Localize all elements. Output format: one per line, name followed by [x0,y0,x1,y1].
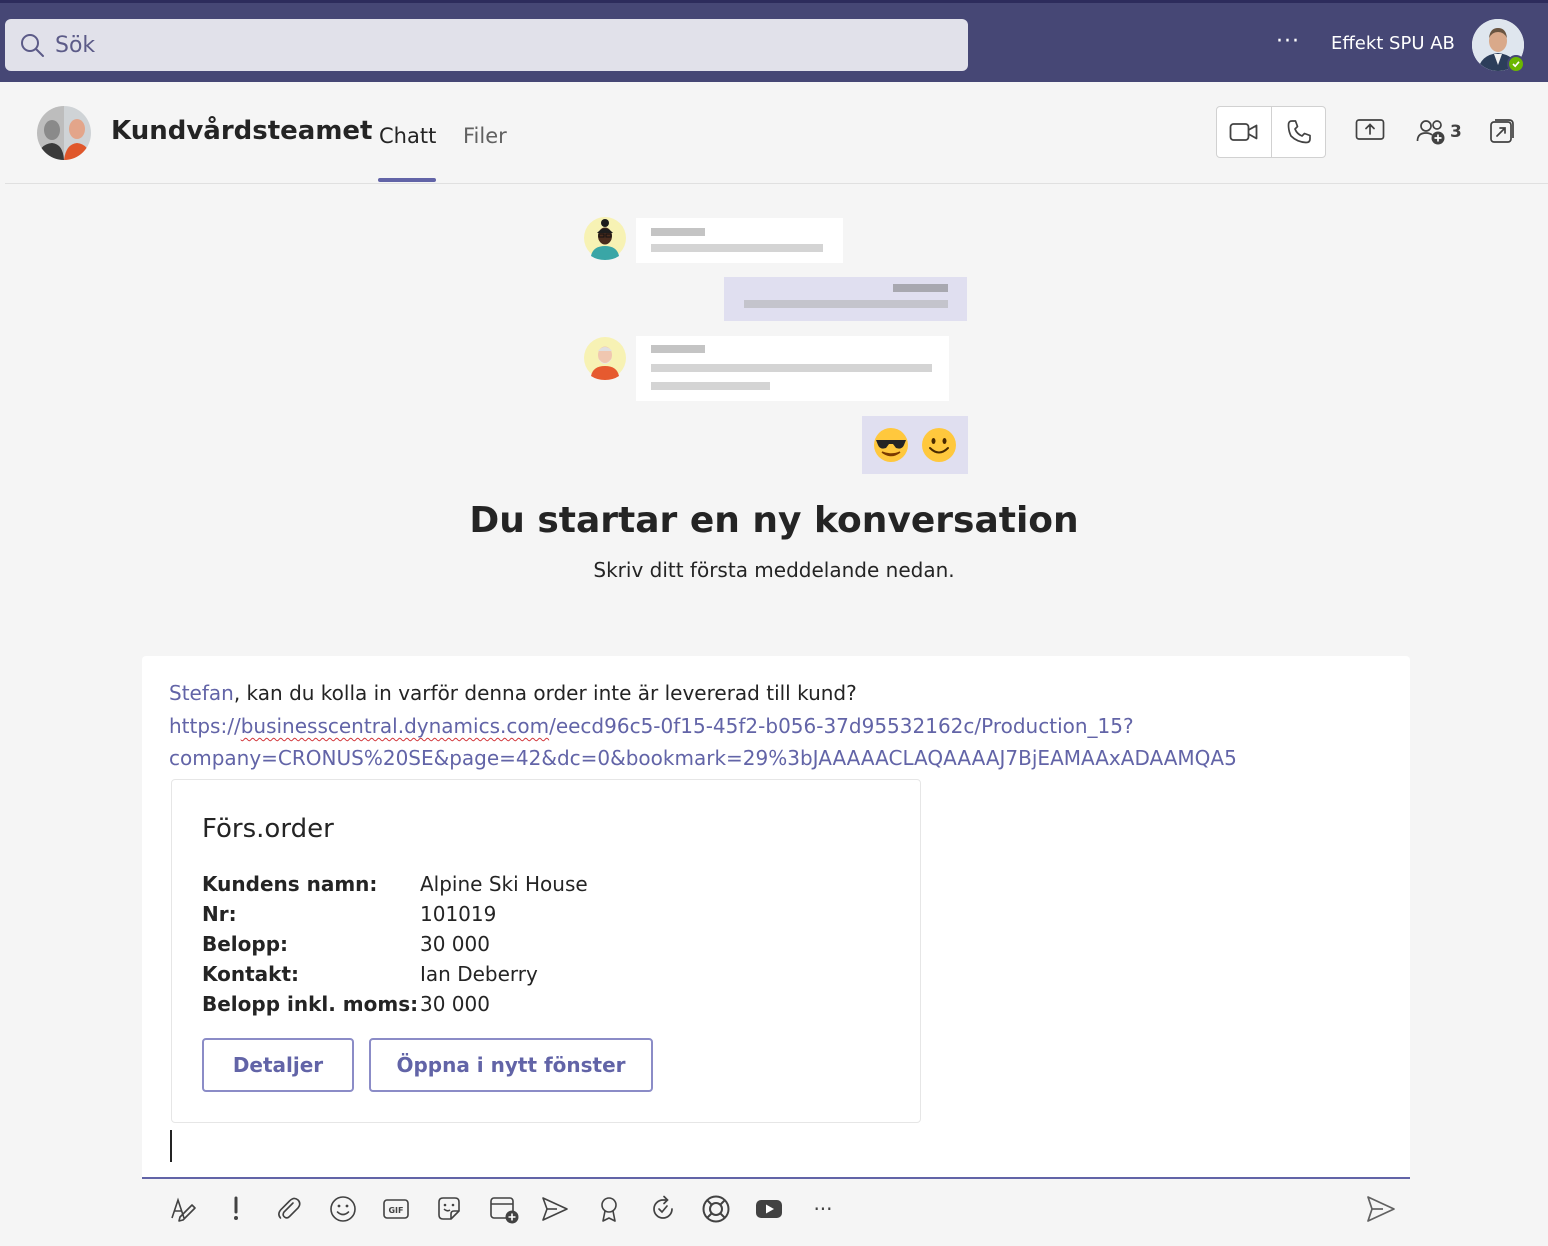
person-avatar-icon [584,217,626,260]
sunglasses-emoji-icon [874,428,908,462]
fact-value: 30 000 [420,932,490,956]
group-avatar [37,106,91,160]
attach-button[interactable] [272,1192,306,1226]
fact-value: Alpine Ski House [420,872,588,896]
order-link[interactable]: https://businesscentral.dynamics.com/eec… [169,710,1134,742]
emoji-icon [330,1196,356,1222]
link-query: company=CRONUS%20SE&page=42&dc=0&bookmar… [169,746,1237,770]
presence-available-icon [1507,55,1525,73]
empty-state-subtitle: Skriv ditt första meddelande nedan. [593,558,955,582]
calendar-add-icon [490,1197,519,1224]
refresh-icon [653,1195,673,1219]
praise-button[interactable] [592,1192,626,1226]
person-avatar-icon [584,337,626,380]
emoji-button[interactable] [326,1192,360,1226]
chat-title: Kundvårdsteamet [111,116,373,146]
tab-chatt[interactable]: Chatt [379,124,436,148]
link-path: /eecd96c5-0f15-45f2-b056-37d95532162c/Pr… [549,714,1134,738]
share-screen-button[interactable] [1355,118,1385,142]
call-buttons [1216,106,1326,158]
fact-value: 101019 [420,902,497,926]
more-options-button[interactable]: ··· [1276,29,1300,54]
pop-out-icon [1490,119,1514,143]
schedule-meeting-button[interactable] [487,1192,521,1226]
audio-call-button[interactable] [1271,107,1325,157]
sticker-icon [438,1197,460,1220]
active-tab-indicator [378,178,436,182]
sticker-button[interactable] [432,1192,466,1226]
youtube-button[interactable] [752,1192,786,1226]
participants-button[interactable]: 3 [1416,118,1462,146]
fact-label: Kontakt: [202,962,300,986]
message-text: , kan du kolla in varför denna order int… [233,681,857,705]
fact-label: Belopp: [202,932,289,956]
card-title: Förs.order [202,814,334,844]
app-button[interactable] [699,1192,733,1226]
fact-value: Ian Deberry [420,962,538,986]
order-link-query[interactable]: company=CRONUS%20SE&page=42&dc=0&bookmar… [169,742,1237,774]
add-people-icon [1416,120,1445,145]
org-switcher[interactable]: Effekt SPU AB [1331,33,1455,54]
message-text-line: Stefan, kan du kolla in varför denna ord… [169,677,857,709]
fact-label: Belopp inkl. moms: [202,992,419,1016]
search-icon [21,34,44,57]
search-input[interactable] [55,32,935,58]
important-button[interactable] [219,1192,253,1226]
participant-count: 3 [1450,122,1462,142]
paperclip-icon [278,1197,301,1219]
tab-filer[interactable]: Filer [463,124,507,148]
video-camera-icon [1229,123,1258,141]
format-button[interactable] [166,1192,200,1226]
format-pen-icon [171,1197,196,1222]
lifebuoy-icon [702,1195,730,1223]
pop-out-button[interactable] [1489,118,1515,144]
send-arrow-outline-icon [542,1197,568,1221]
gif-button[interactable]: GIF [379,1192,413,1226]
fact-label: Nr: [202,902,237,926]
gif-icon: GIF [383,1199,409,1219]
loop-button[interactable] [646,1192,680,1226]
award-icon [601,1197,617,1222]
send-button[interactable] [1364,1192,1398,1226]
smile-emoji-icon [922,428,956,462]
details-button[interactable]: Detaljer [202,1038,354,1092]
top-bar: ··· Effekt SPU AB [0,0,1548,82]
text-cursor [170,1130,172,1162]
stream-button[interactable] [538,1192,572,1226]
empty-state-title: Du startar en ny konversation [469,500,1079,541]
chat-header: Kundvårdsteamet Chatt Filer 3 [5,82,1548,184]
compose-toolbar: GIF ··· [0,1184,1548,1246]
video-play-icon [756,1200,782,1218]
order-preview-card: Förs.order Kundens namn: Alpine Ski Hous… [171,779,921,1123]
more-apps-button[interactable]: ··· [806,1192,840,1226]
link-prefix: https:// [169,714,241,738]
search-box[interactable] [5,19,968,71]
video-call-button[interactable] [1217,107,1271,157]
open-new-window-button[interactable]: Öppna i nytt fönster [369,1038,653,1092]
fact-value: 30 000 [420,992,490,1016]
link-domain: businesscentral.dynamics.com [240,714,550,738]
send-icon [1367,1196,1395,1222]
svg-text:GIF: GIF [388,1206,403,1215]
compose-box[interactable]: Stefan, kan du kolla in varför denna ord… [142,656,1410,1179]
fact-label: Kundens namn: [202,872,378,896]
exclamation-icon [234,1196,238,1220]
phone-icon [1287,120,1311,144]
share-screen-icon [1355,119,1385,140]
mention-stefan[interactable]: Stefan [169,681,234,705]
